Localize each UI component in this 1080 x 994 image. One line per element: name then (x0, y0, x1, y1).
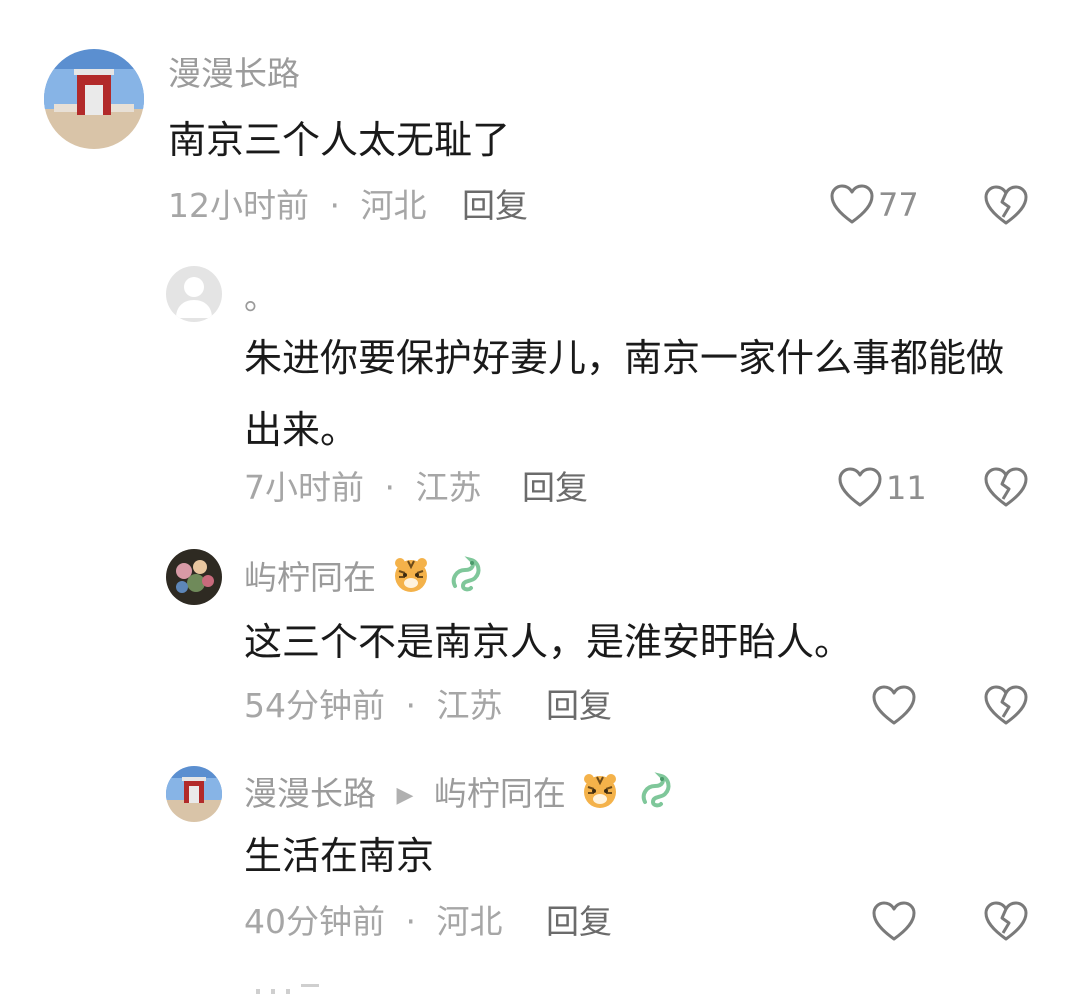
dislike-button[interactable] (984, 901, 1028, 947)
comment-username[interactable]: 漫漫长路 (168, 54, 300, 94)
broken-heart-icon (984, 901, 1028, 941)
gate-photo-avatar (166, 766, 222, 822)
gate-photo-avatar (44, 49, 144, 149)
tiger-badge-icon (580, 772, 620, 819)
avatar[interactable] (166, 549, 222, 605)
dragon-badge-icon (635, 772, 675, 819)
broken-heart-icon (984, 185, 1028, 225)
comment-time: 54分钟前 (244, 686, 385, 725)
meta-separator: · (405, 686, 417, 725)
like-count: 11 (886, 469, 927, 507)
comment-meta: 40分钟前 · 河北 (244, 902, 503, 942)
heart-icon (872, 685, 916, 725)
like-button[interactable]: 11 (838, 467, 927, 509)
heart-icon (838, 467, 882, 507)
like-button[interactable] (872, 901, 916, 943)
dislike-button[interactable] (984, 685, 1028, 731)
broken-heart-icon (984, 467, 1028, 507)
heart-icon (830, 184, 874, 224)
reply-button[interactable]: 回复 (546, 902, 612, 942)
comment-meta: 12小时前 · 河北 (168, 186, 427, 226)
comment-username[interactable]: 屿柠同在 (244, 556, 485, 603)
comment-text: 这三个不是南京人，是淮安盱眙人。 (244, 620, 853, 664)
avatar[interactable] (166, 766, 222, 822)
broken-heart-icon (984, 685, 1028, 725)
flower-photo-avatar (166, 549, 222, 605)
comment-time: 12小时前 (168, 186, 309, 225)
meta-separator: · (329, 186, 341, 225)
comment-text: 朱进你要保护好妻儿，南京一家什么事都能做出来。 (244, 336, 1005, 452)
dislike-button[interactable] (984, 467, 1028, 513)
like-button[interactable]: 77 (830, 184, 919, 226)
heart-icon (872, 901, 916, 941)
meta-separator: · (384, 468, 396, 507)
default-user-icon (176, 277, 212, 318)
comment-text: 南京三个人太无耻了 (168, 118, 511, 162)
username-text: 屿柠同在 (244, 558, 376, 597)
avatar[interactable] (166, 266, 222, 322)
comment-text: 生活在南京 (244, 834, 435, 878)
like-button[interactable] (872, 685, 916, 727)
reply-arrow-icon: ▶ (396, 782, 414, 808)
like-count: 77 (878, 186, 919, 224)
comment-location: 江苏 (415, 468, 482, 507)
comment-location: 河北 (360, 186, 427, 225)
comment-location: 江苏 (436, 686, 503, 725)
avatar[interactable] (44, 49, 144, 149)
comment-meta: 7小时前 · 江苏 (244, 468, 482, 508)
comment-location: 河北 (436, 902, 503, 941)
reply-button[interactable]: 回复 (546, 686, 612, 726)
reply-to-username[interactable]: 屿柠同在 (434, 774, 566, 813)
dislike-button[interactable] (984, 185, 1028, 231)
comment-username[interactable]: 。 (244, 278, 277, 318)
comment-username[interactable]: 漫漫长路 ▶ 屿柠同在 (244, 772, 675, 819)
meta-separator: · (405, 902, 417, 941)
username-text: 漫漫长路 (244, 774, 376, 813)
next-item-partial (256, 984, 326, 994)
comment-time: 7小时前 (244, 468, 364, 507)
tiger-badge-icon (391, 556, 431, 603)
dragon-badge-icon (445, 556, 485, 603)
reply-button[interactable]: 回复 (522, 468, 588, 508)
reply-button[interactable]: 回复 (462, 186, 528, 226)
comment-time: 40分钟前 (244, 902, 385, 941)
comment-meta: 54分钟前 · 江苏 (244, 686, 503, 726)
